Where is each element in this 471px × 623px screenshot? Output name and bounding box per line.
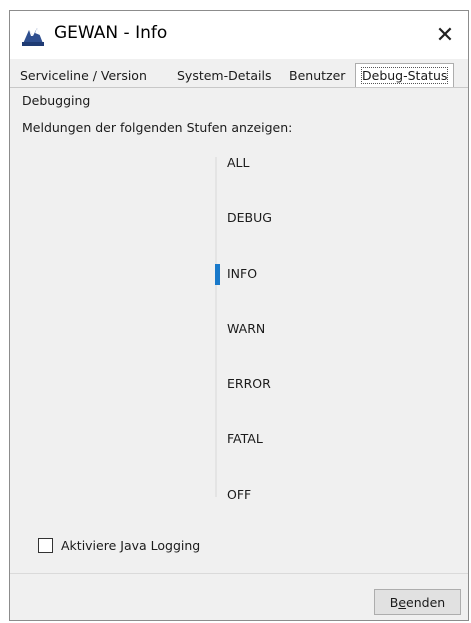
level-error[interactable]: ERROR [227,376,271,391]
tab-serviceline-version[interactable]: Serviceline / Version [14,65,153,87]
beenden-button[interactable]: Be enden [374,589,461,615]
level-warn[interactable]: WARN [227,321,265,336]
java-logging-label: Aktiviere Java Logging [61,537,201,553]
level-slider-track[interactable] [215,157,217,497]
level-fatal[interactable]: FATAL [227,431,263,446]
level-info[interactable]: INFO [227,266,257,281]
beenden-mnemonic: e [398,594,407,610]
gewan-app-icon [22,28,44,46]
level-all[interactable]: ALL [227,155,249,170]
java-logging-option[interactable]: Aktiviere Java Logging [38,536,200,554]
level-slider-thumb[interactable] [215,264,220,285]
tab-system-details[interactable]: System-Details [171,65,277,87]
tab-debug-status[interactable]: Debug-Status [355,63,455,87]
footer-divider [10,573,468,574]
info-dialog: GEWAN - Info ✕ Serviceline / Version Sys… [9,10,469,621]
level-off[interactable]: OFF [227,487,251,502]
tab-bar: Serviceline / Version System-Details Ben… [10,63,468,88]
beenden-suffix: enden [406,594,446,610]
java-logging-checkbox[interactable] [38,537,53,553]
window-title: GEWAN - Info [54,23,168,43]
tab-debug-status-label: Debug-Status [360,67,449,84]
debugging-group-label: Debugging [22,93,91,108]
title-bar[interactable]: GEWAN - Info ✕ [10,11,468,59]
close-icon[interactable]: ✕ [422,11,468,59]
levels-label: Meldungen der folgenden Stufen anzeigen: [22,120,293,135]
beenden-prefix: B [389,594,399,610]
level-debug[interactable]: DEBUG [227,210,272,225]
debug-status-panel: Debugging Meldungen der folgenden Stufen… [10,87,468,573]
tab-benutzer[interactable]: Benutzer [283,65,351,87]
